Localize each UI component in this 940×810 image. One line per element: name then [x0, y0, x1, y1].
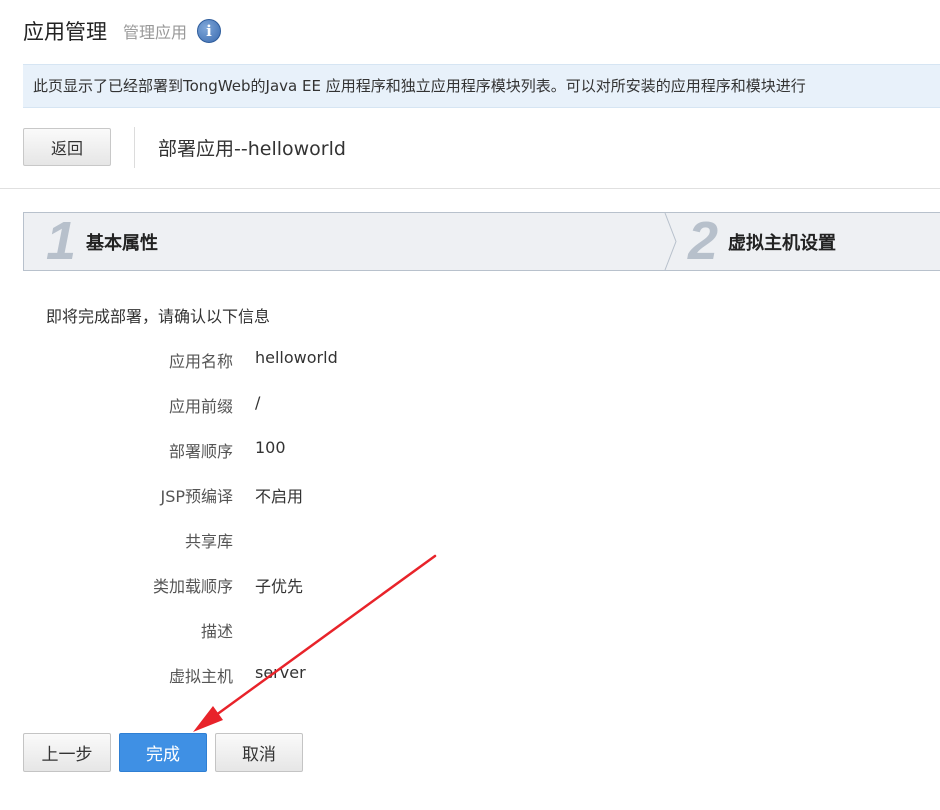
- confirm-intro: 即将完成部署，请确认以下信息: [46, 307, 271, 326]
- step-number: 1: [46, 211, 77, 271]
- info-value: helloworld: [255, 348, 338, 367]
- finish-button[interactable]: 完成: [119, 733, 207, 772]
- toolbar-divider: [134, 127, 135, 168]
- section-divider: [0, 188, 940, 189]
- prev-step-button[interactable]: 上一步: [23, 733, 111, 772]
- wizard-step-basic[interactable]: 1 基本属性: [46, 213, 158, 270]
- info-row-description: 描述: [0, 618, 600, 642]
- step-label: 虚拟主机设置: [728, 232, 837, 254]
- info-value: 100: [255, 438, 286, 457]
- info-icon[interactable]: i: [197, 19, 222, 43]
- step-separator-chevron-icon: [664, 213, 677, 270]
- page-description: 此页显示了已经部署到TongWeb的Java EE 应用程序和独立应用程序模块列…: [23, 64, 940, 108]
- info-label: 描述: [200, 622, 233, 641]
- back-button[interactable]: 返回: [23, 128, 111, 166]
- info-row-app-prefix: 应用前缀 /: [0, 393, 600, 417]
- info-label: 共享库: [184, 532, 233, 551]
- info-row-virtual-host: 虚拟主机 server: [0, 663, 600, 687]
- page-subtitle: 管理应用: [123, 23, 188, 42]
- info-value: 子优先: [255, 577, 304, 596]
- info-row-classload-order: 类加载顺序 子优先: [0, 573, 600, 597]
- wizard-steps: 1 基本属性 2 虚拟主机设置: [23, 212, 940, 271]
- info-value: /: [255, 393, 261, 412]
- step-number: 2: [688, 211, 719, 271]
- deploy-title: 部署应用--helloworld: [158, 138, 346, 160]
- info-row-shared-lib: 共享库: [0, 528, 600, 552]
- info-row-app-name: 应用名称 helloworld: [0, 348, 600, 372]
- info-label: 虚拟主机: [168, 667, 233, 686]
- step-label: 基本属性: [86, 232, 159, 254]
- wizard-step-virtual-host[interactable]: 2 虚拟主机设置: [688, 213, 836, 270]
- page-title: 应用管理: [23, 20, 107, 44]
- info-label: 应用前缀: [168, 397, 233, 416]
- info-label: 应用名称: [168, 352, 233, 371]
- info-value: 不启用: [255, 487, 304, 506]
- info-label: 类加载顺序: [152, 577, 233, 596]
- page-header: 应用管理 管理应用 i: [23, 14, 222, 48]
- info-value: server: [255, 663, 306, 682]
- info-row-deploy-order: 部署顺序 100: [0, 438, 600, 462]
- info-label: 部署顺序: [168, 442, 233, 461]
- cancel-button[interactable]: 取消: [215, 733, 303, 772]
- info-row-jsp-precompile: JSP预编译 不启用: [0, 483, 600, 507]
- info-label: JSP预编译: [160, 487, 233, 506]
